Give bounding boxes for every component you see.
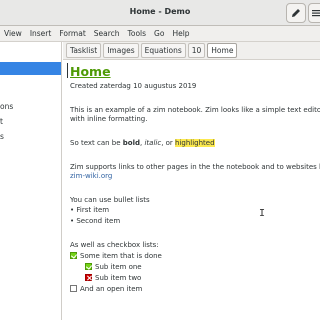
menu-help[interactable]: Help	[168, 29, 193, 38]
checkbox-intro: As well as checkbox lists:	[70, 241, 159, 249]
fmt-italic: italic	[144, 139, 162, 147]
menu-view[interactable]: View	[0, 29, 26, 38]
crumb-home[interactable]: Home	[207, 43, 238, 58]
hamburger-menu-icon	[312, 10, 320, 17]
checkbox-label: And an open item	[80, 285, 143, 293]
menu-insert[interactable]: Insert	[26, 29, 56, 38]
menu-bar: View Insert Format Search Tools Go Help	[0, 26, 320, 42]
crumb-images[interactable]: Images	[103, 43, 139, 58]
main-menu-button[interactable]	[308, 3, 320, 23]
created-date: Created zaterdag 10 augustus 2019	[70, 82, 197, 90]
pencil-icon	[292, 9, 300, 17]
fmt-prefix: So text can be	[70, 139, 123, 147]
text-cursor	[67, 63, 68, 78]
formatting-line: So text can be bold, italic, or highligh…	[70, 139, 215, 148]
crumb-10[interactable]: 10	[187, 43, 206, 58]
edit-button[interactable]	[286, 3, 306, 23]
checkbox-item: Sub item two	[85, 274, 141, 283]
page-editor[interactable]: Home Created zaterdag 10 augustus 2019 T…	[63, 60, 320, 320]
checkbox-item: And an open item	[70, 285, 142, 294]
crumb-tasklist[interactable]: Tasklist	[66, 43, 102, 58]
bullet-item: • First item	[70, 206, 110, 214]
page-heading: Home	[70, 64, 111, 79]
bullets-intro: You can use bullet lists	[70, 196, 150, 204]
zim-wiki-link[interactable]: zim-wiki.org	[70, 172, 112, 181]
sidebar-item[interactable]: ons	[0, 102, 13, 111]
checkbox-label: Sub item two	[95, 274, 142, 282]
fmt-bold: bold	[122, 139, 141, 147]
checkbox-label: Sub item one	[95, 263, 142, 271]
mouse-ibeam-cursor: I	[259, 208, 266, 219]
sidebar-item[interactable]: t	[0, 117, 3, 126]
intro-line-1: This is an example of a zim notebook. Zi…	[70, 106, 320, 114]
open-checkbox[interactable]	[70, 285, 77, 292]
path-bar: Tasklist Images Equations 10 Home	[63, 42, 320, 60]
menu-search[interactable]: Search	[90, 29, 124, 38]
checked-checkbox[interactable]	[70, 252, 77, 259]
title-bar: Home - Demo	[0, 0, 320, 26]
sidebar-selected-item[interactable]	[0, 62, 61, 75]
intro-line-2: with inline formatting.	[70, 115, 148, 123]
checkbox-label: Some item that is done	[80, 252, 162, 260]
menu-go[interactable]: Go	[150, 29, 168, 38]
index-sidebar[interactable]: ons t s	[0, 42, 62, 320]
links-line: Zim supports links to other pages in the…	[70, 163, 320, 171]
sidebar-item[interactable]: s	[0, 132, 4, 141]
menu-tools[interactable]: Tools	[124, 29, 150, 38]
checkbox-item: Some item that is done	[70, 252, 162, 261]
window-title: Home - Demo	[129, 7, 191, 16]
checkbox-item: Sub item one	[85, 263, 142, 272]
checked-checkbox[interactable]	[85, 263, 92, 270]
menu-format[interactable]: Format	[55, 29, 89, 38]
cancelled-checkbox[interactable]	[85, 274, 92, 281]
crumb-equations[interactable]: Equations	[140, 43, 186, 58]
fmt-highlight: highlighted	[175, 139, 215, 147]
bullet-item: • Second item	[70, 217, 121, 225]
fmt-sep: , or	[161, 139, 176, 147]
